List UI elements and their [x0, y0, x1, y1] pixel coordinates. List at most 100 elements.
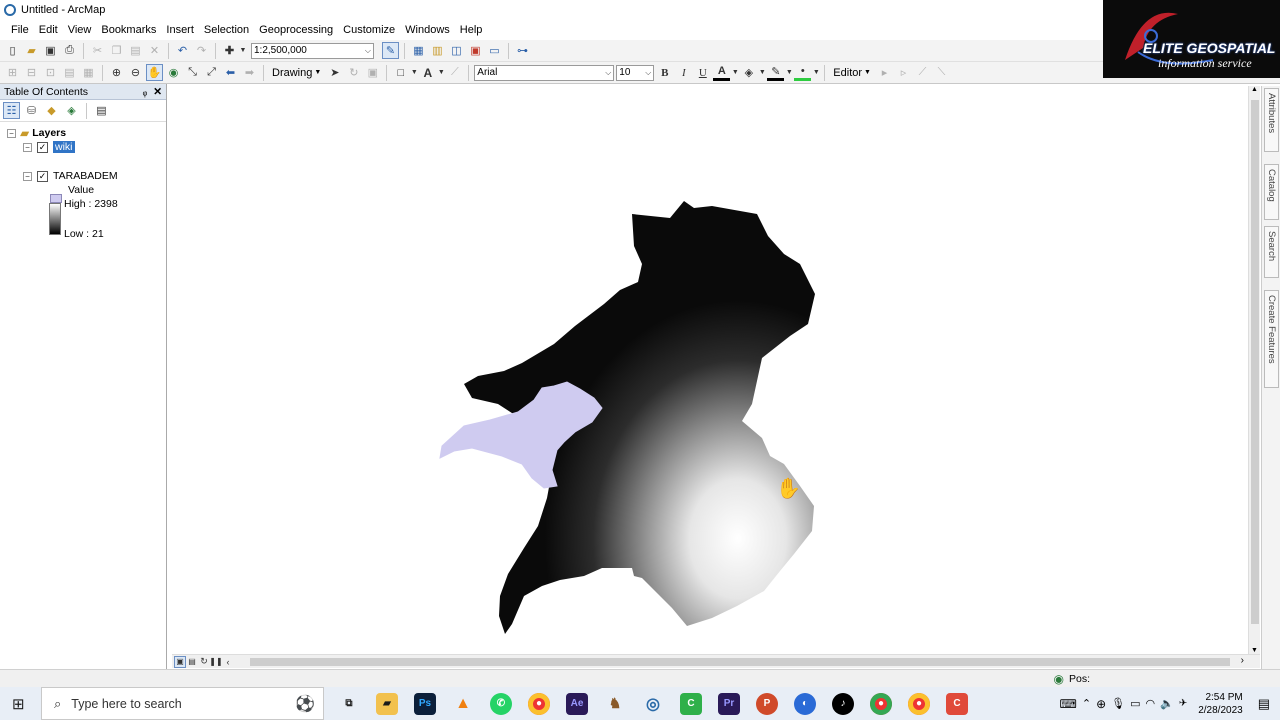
arctoolbox-icon[interactable]: ▣	[467, 42, 484, 59]
collapse-icon[interactable]: −	[23, 171, 32, 181]
undo-icon[interactable]: ↶	[174, 42, 191, 59]
vlc-icon[interactable]: ▲	[452, 693, 474, 715]
scroll-down-arrow-icon[interactable]: ▼	[1251, 647, 1258, 654]
dropdown-arrow-icon[interactable]: ▼	[732, 64, 739, 81]
dock-tab-create-features[interactable]: Create Features	[1264, 290, 1279, 388]
premiere-icon[interactable]: Pr	[718, 692, 740, 715]
drawing-menu[interactable]: Drawing ▼	[269, 67, 324, 79]
copy-icon[interactable]: ❐	[108, 42, 125, 59]
wiki-symbol-swatch[interactable]	[50, 194, 62, 203]
layer-row-tarabadem[interactable]: − ✓ TARABADEM	[23, 170, 118, 182]
taskbar-search-box[interactable]: ⌕ Type here to search ⚽	[41, 687, 324, 720]
menu-edit[interactable]: Edit	[34, 24, 63, 36]
list-by-visibility-icon[interactable]: ◆	[43, 102, 60, 119]
after-effects-icon[interactable]: Ae	[566, 692, 588, 715]
menu-windows[interactable]: Windows	[400, 24, 455, 36]
fixed-zoom-in-icon[interactable]: ⤡	[184, 64, 201, 81]
zoom-to-selected-icon[interactable]: ▣	[364, 64, 381, 81]
rectangle-icon[interactable]: □	[392, 64, 409, 81]
collapse-icon[interactable]: −	[7, 128, 16, 138]
dropdown-arrow-icon[interactable]: ▼	[411, 64, 418, 81]
browser-icon[interactable]: ◐	[794, 692, 816, 715]
dropdown-arrow-icon[interactable]: ▼	[438, 64, 445, 81]
close-icon[interactable]: ✕	[153, 86, 162, 98]
dropdown-arrow-icon[interactable]: ▼	[240, 42, 247, 59]
print-icon[interactable]: ⎙	[61, 42, 78, 59]
menu-selection[interactable]: Selection	[199, 24, 254, 36]
paste-icon[interactable]: ▤	[127, 42, 144, 59]
map-display[interactable]: ✋	[172, 86, 1248, 654]
recorder-icon[interactable]: C	[946, 692, 968, 715]
python-window-icon[interactable]: ▭	[486, 42, 503, 59]
data-view-icon[interactable]: ▣	[174, 655, 186, 668]
dropdown-arrow-icon[interactable]: ▼	[813, 64, 820, 81]
menu-geoprocessing[interactable]: Geoprocessing	[254, 24, 338, 36]
scroll-left-arrow-icon[interactable]: ‹	[222, 656, 234, 668]
fixed-zoom-icon[interactable]: ▤	[61, 64, 78, 81]
text-tool-icon[interactable]: A	[419, 64, 436, 81]
dropdown-arrow-icon[interactable]: ▼	[786, 64, 793, 81]
zoom-in-icon[interactable]: ⊕	[108, 64, 125, 81]
line-color-icon[interactable]: ✎	[767, 64, 785, 81]
chrome-icon[interactable]: ●	[528, 692, 550, 715]
menu-view[interactable]: View	[63, 24, 97, 36]
collapse-icon[interactable]: −	[23, 142, 32, 152]
volume-icon[interactable]: 🔈	[1160, 697, 1174, 710]
windows-start-icon[interactable]: ⊞	[12, 695, 25, 713]
vertical-scroll-thumb[interactable]	[1251, 100, 1259, 624]
edit-tool-icon[interactable]: ▸	[876, 64, 893, 81]
new-document-icon[interactable]: ▯	[4, 42, 21, 59]
zoom-out-fixed-icon[interactable]: ⊟	[23, 64, 40, 81]
save-icon[interactable]: ▣	[42, 42, 59, 59]
fill-color-icon[interactable]: ◈	[740, 64, 757, 81]
scroll-right-arrow-icon[interactable]: ›	[1241, 655, 1244, 666]
layer-name[interactable]: TARABADEM	[53, 170, 118, 182]
pin-icon[interactable]: ᵩ	[143, 86, 148, 98]
mic-icon[interactable]: 🎙	[1111, 697, 1125, 710]
dock-tab-search[interactable]: Search	[1264, 226, 1279, 278]
editor-toolbar-icon[interactable]: ✎	[382, 42, 399, 59]
wifi-icon[interactable]: ◠	[1146, 697, 1156, 710]
taskbar-clock[interactable]: 2:54 PM 2/28/2023	[1192, 691, 1253, 717]
search-window-icon[interactable]: ◫	[448, 42, 465, 59]
catalog-window-icon[interactable]: ▥	[429, 42, 446, 59]
globe-full-extent-icon[interactable]: ◉	[165, 64, 182, 81]
dropdown-arrow-icon[interactable]: ▼	[759, 64, 766, 81]
italic-button[interactable]: I	[675, 64, 692, 81]
menu-file[interactable]: File	[6, 24, 34, 36]
menu-help[interactable]: Help	[455, 24, 488, 36]
scroll-up-arrow-icon[interactable]: ▲	[1251, 86, 1258, 93]
straight-segment-icon[interactable]: ⟋	[914, 64, 931, 81]
map-canvas[interactable]	[172, 86, 1248, 654]
trace-icon[interactable]: ⟍	[933, 64, 950, 81]
arcmap-taskbar-icon[interactable]: ◎	[642, 693, 664, 715]
zoom-out-icon[interactable]: ⊖	[127, 64, 144, 81]
editor-menu[interactable]: Editor ▼	[830, 67, 874, 79]
edit-vertices-icon[interactable]: ⟋	[446, 64, 463, 81]
cut-icon[interactable]: ✂	[89, 42, 106, 59]
refresh-icon[interactable]: ↻	[198, 656, 210, 668]
underline-button[interactable]: U	[694, 64, 711, 81]
open-folder-icon[interactable]: ▰	[23, 42, 40, 59]
dock-tab-catalog[interactable]: Catalog	[1264, 164, 1279, 220]
pan-icon[interactable]: ✋	[146, 64, 163, 81]
chevron-up-icon[interactable]: ⌃	[1082, 697, 1091, 710]
layers-root-row[interactable]: − ▰ Layers	[7, 126, 66, 140]
language-icon[interactable]: ✈	[1179, 698, 1187, 709]
layer-name[interactable]: wiki	[53, 141, 75, 153]
menu-customize[interactable]: Customize	[338, 24, 400, 36]
add-data-icon[interactable]: ✚	[221, 42, 238, 59]
list-by-source-icon[interactable]: ⛁	[23, 102, 40, 119]
delete-icon[interactable]: ✕	[146, 42, 163, 59]
powerpoint-icon[interactable]: P	[756, 692, 778, 715]
layer-visibility-checkbox[interactable]: ✓	[37, 170, 48, 182]
list-by-drawing-order-icon[interactable]: ☷	[3, 102, 20, 119]
notification-icon[interactable]: ▤	[1258, 696, 1270, 712]
rotate-icon[interactable]: ↻	[345, 64, 362, 81]
table-of-contents-icon[interactable]: ▦	[410, 42, 427, 59]
forward-arrow-icon[interactable]: ➡	[241, 64, 258, 81]
horizontal-scroll-thumb[interactable]	[250, 658, 1230, 666]
network-globe-icon[interactable]: ⊕	[1096, 697, 1106, 711]
zoom-in-fixed-icon[interactable]: ⊞	[4, 64, 21, 81]
modelbuilder-icon[interactable]: ⊶	[514, 42, 531, 59]
